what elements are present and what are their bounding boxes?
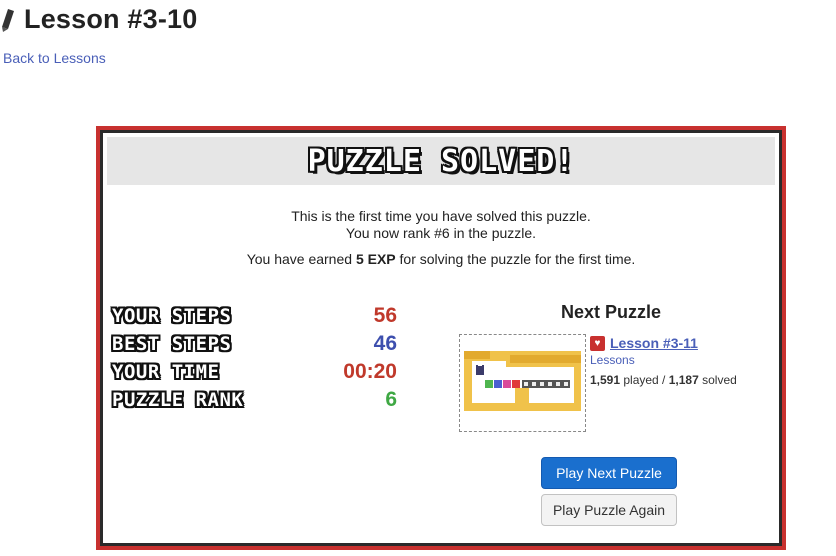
exp-message-suffix: for solving the puzzle for the first tim… bbox=[395, 251, 636, 267]
stats-table: YOUR STEPS 56 BEST STEPS 46 YOUR TIME 00… bbox=[112, 302, 402, 414]
stat-row-your-steps: YOUR STEPS 56 bbox=[112, 302, 402, 330]
pencil-icon bbox=[2, 9, 14, 32]
next-lesson-stats: 1,591 played / 1,187 solved bbox=[590, 373, 780, 387]
puzzle-thumbnail[interactable] bbox=[459, 334, 586, 432]
stat-value: 6 bbox=[385, 388, 397, 411]
next-lesson-info: ♥ Lesson #3-11 Lessons 1,591 played / 1,… bbox=[590, 335, 780, 387]
solved-text: solved bbox=[698, 373, 737, 387]
first-solve-message: This is the first time you have solved t… bbox=[291, 208, 591, 224]
banner-title: PUZZLE SOLVED! bbox=[307, 143, 575, 179]
stat-row-best-steps: BEST STEPS 46 bbox=[112, 330, 402, 358]
next-lesson-title-row: ♥ Lesson #3-11 bbox=[590, 335, 780, 351]
next-lesson-link[interactable]: Lesson #3-11 bbox=[610, 335, 698, 351]
rank-message: You now rank #6 in the puzzle. bbox=[345, 225, 537, 241]
next-puzzle-heading: Next Puzzle bbox=[560, 302, 662, 322]
page-title: Lesson #3-10 bbox=[24, 3, 198, 34]
stat-label: PUZZLE RANK bbox=[112, 389, 244, 411]
exp-message-prefix: You have earned bbox=[246, 251, 356, 267]
played-text: played / bbox=[620, 373, 669, 387]
play-puzzle-again-button[interactable]: Play Puzzle Again bbox=[541, 494, 677, 526]
back-to-lessons-link[interactable]: Back to Lessons bbox=[3, 50, 106, 66]
stat-value: 56 bbox=[373, 304, 397, 327]
heart-icon: ♥ bbox=[590, 335, 605, 351]
stat-label: BEST STEPS bbox=[112, 333, 232, 355]
solved-count: 1,187 bbox=[668, 373, 699, 387]
play-next-puzzle-button[interactable]: Play Next Puzzle bbox=[541, 457, 677, 489]
stat-label: YOUR TIME bbox=[112, 361, 220, 383]
exp-amount: 5 EXP bbox=[355, 251, 396, 267]
page-header: Lesson #3-10 bbox=[0, 2, 197, 36]
stat-row-puzzle-rank: PUZZLE RANK 6 bbox=[112, 386, 402, 414]
next-lesson-category[interactable]: Lessons bbox=[590, 353, 780, 367]
stat-value: 46 bbox=[373, 332, 397, 355]
puzzle-solved-modal: PUZZLE SOLVED! This is the first time yo… bbox=[96, 126, 786, 550]
banner: PUZZLE SOLVED! bbox=[107, 137, 775, 185]
stat-row-your-time: YOUR TIME 00:20 bbox=[112, 358, 402, 386]
stat-value: 00:20 bbox=[343, 360, 397, 383]
stat-label: YOUR STEPS bbox=[112, 305, 232, 327]
played-count: 1,591 bbox=[590, 373, 621, 387]
exp-message: You have earned 5 EXP for solving the pu… bbox=[100, 251, 782, 267]
